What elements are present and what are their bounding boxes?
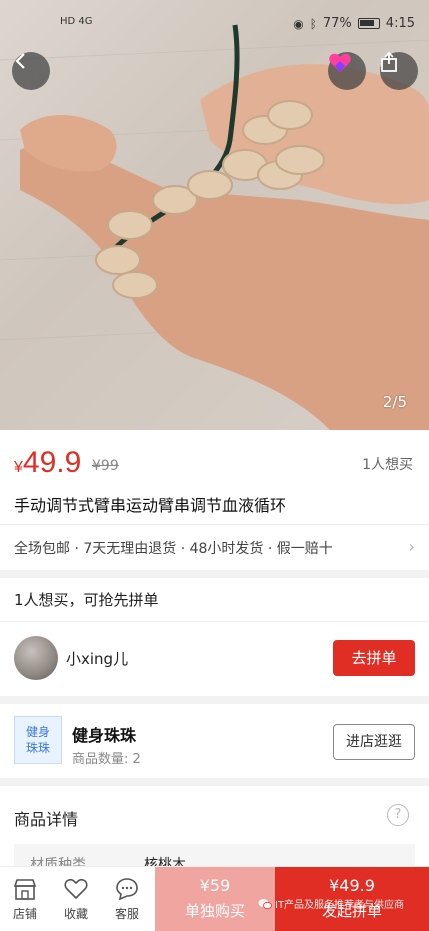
- favorite-button[interactable]: [328, 52, 366, 90]
- chevron-right-icon: ›: [408, 537, 415, 556]
- single-price: ¥59: [199, 876, 231, 895]
- product-title: 手动调节式臂串运动臂串调节血液循环: [14, 496, 287, 515]
- service-tags[interactable]: 全场包邮 · 7天无理由退货 · 48小时发货 · 假一赔十 ›: [0, 524, 429, 570]
- price-value: 49.9: [22, 446, 82, 479]
- help-icon[interactable]: ?: [387, 804, 409, 826]
- shop-logo[interactable]: 健身 珠珠: [14, 716, 62, 764]
- shop-logo-line1: 健身: [25, 725, 50, 739]
- avatar: [14, 636, 58, 680]
- wechat-icon: [258, 898, 272, 909]
- heart-icon: [329, 53, 351, 72]
- wechat-watermark: IT产品及服务推荐者与供应商: [258, 896, 404, 911]
- original-price: ¥99: [92, 458, 119, 474]
- details-title: 商品详情: [14, 810, 79, 829]
- network-indicator: HD 4G: [60, 16, 93, 27]
- price-section: ¥49.9 ¥99 1人想买 手动调节式臂串运动臂串调节血液循环 全场包邮 · …: [0, 430, 429, 570]
- customer-service-label: 客服: [114, 907, 139, 921]
- status-bar: HD 4G ◉ ᛒ 77% 4:15: [0, 0, 429, 48]
- current-price: ¥49.9: [14, 446, 81, 480]
- watermark-text: IT产品及服务推荐者与供应商: [275, 900, 405, 911]
- battery-icon: [357, 18, 380, 29]
- favorite-nav-button[interactable]: 收藏: [51, 867, 101, 931]
- share-button[interactable]: [380, 52, 418, 90]
- customer-service-button[interactable]: 客服: [102, 867, 152, 931]
- single-label: 单独购买: [184, 902, 245, 920]
- shop-section: 健身 珠珠 健身珠珠 商品数量: 2 进店逛逛: [0, 704, 429, 778]
- group-headline: 1人想买，可抢先拼单: [0, 578, 429, 622]
- group-buy-section: 1人想买，可抢先拼单 小xing儿 去拼单: [0, 578, 429, 696]
- service-tags-text: 全场包邮 · 7天无理由退货 · 48小时发货 · 假一赔十: [14, 540, 333, 557]
- chat-icon: [116, 878, 138, 901]
- shop-product-count: 商品数量: 2: [72, 752, 141, 767]
- heart-outline-icon: [64, 878, 88, 900]
- want-count: 1人想买: [362, 457, 413, 473]
- shop-name: 健身珠珠: [72, 726, 137, 745]
- clock: 4:15: [385, 16, 415, 31]
- chevron-left-icon: [15, 53, 25, 69]
- store-label: 店铺: [12, 907, 37, 921]
- shop-logo-line2: 珠珠: [25, 741, 50, 755]
- join-group-button[interactable]: 去拼单: [333, 640, 415, 676]
- product-image[interactable]: HD 4G ◉ ᛒ 77% 4:15 2/5: [0, 0, 429, 430]
- favorite-label: 收藏: [63, 907, 88, 921]
- group-user-name: 小xing儿: [66, 650, 129, 668]
- battery-percent: 77%: [322, 16, 352, 31]
- image-counter: 2/5: [382, 393, 407, 411]
- visit-shop-button[interactable]: 进店逛逛: [333, 724, 415, 760]
- eye-icon: ◉: [293, 16, 304, 31]
- share-icon: [381, 52, 397, 72]
- group-price: ¥49.9: [329, 876, 375, 895]
- currency-symbol: ¥: [14, 459, 23, 476]
- store-nav-button[interactable]: 店铺: [0, 867, 50, 931]
- back-button[interactable]: [12, 52, 50, 90]
- store-icon: [13, 879, 37, 900]
- bluetooth-icon: ᛒ: [309, 16, 317, 31]
- buy-alone-button[interactable]: ¥59 单独购买: [155, 867, 275, 931]
